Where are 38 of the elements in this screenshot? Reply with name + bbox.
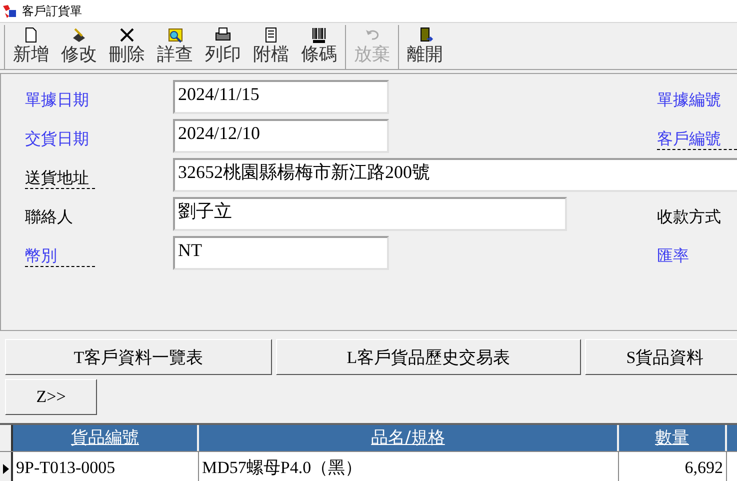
toolbar-button[interactable]: 條碼 bbox=[295, 25, 343, 69]
column-header[interactable]: 品名/規格 bbox=[199, 425, 619, 451]
text-field[interactable]: 劉子立 bbox=[173, 197, 567, 231]
field-label: 單據日期 bbox=[25, 90, 90, 110]
toolbar-button[interactable]: 修改 bbox=[55, 25, 103, 69]
field-label: 交貨日期 bbox=[25, 129, 90, 149]
text-field[interactable]: 2024/12/10 bbox=[173, 119, 389, 153]
delete-icon bbox=[118, 26, 136, 44]
field-label: 送貨地址 bbox=[25, 168, 95, 189]
toolbar-button[interactable]: 詳查 bbox=[151, 25, 199, 69]
column-header[interactable]: 貨品編號 bbox=[13, 425, 199, 451]
column-header[interactable]: 數量 bbox=[619, 425, 727, 451]
column-header[interactable] bbox=[727, 425, 737, 451]
app-icon bbox=[2, 3, 18, 19]
field-label: 匯率 bbox=[657, 246, 690, 266]
action-button[interactable]: L客戶貨品歷史交易表 bbox=[276, 339, 581, 375]
toolbar-button[interactable]: 離開 bbox=[401, 25, 449, 69]
toolbar-button[interactable]: 刪除 bbox=[103, 25, 151, 69]
window-title: 客戶訂貨單 bbox=[22, 2, 82, 20]
field-label: 收款方式 bbox=[657, 207, 722, 227]
action-button[interactable]: S貨品資料 bbox=[585, 339, 737, 375]
table-cell: 9P-T013-0005 bbox=[13, 452, 199, 481]
toolbar-button[interactable]: 列印 bbox=[199, 25, 247, 69]
action-button[interactable]: T客戶資料一覽表 bbox=[5, 339, 272, 375]
search-icon bbox=[166, 26, 184, 44]
toolbar-button[interactable]: 附檔 bbox=[247, 25, 295, 69]
table-cell: 6,692 bbox=[619, 452, 727, 481]
field-label: 客戶編號 bbox=[657, 129, 737, 150]
field-label: 單據編號 bbox=[657, 90, 722, 110]
text-field[interactable]: 32652桃園縣楊梅市新江路200號 bbox=[173, 158, 737, 192]
field-label: 幣別 bbox=[25, 246, 95, 267]
field-label: 聯絡人 bbox=[25, 207, 74, 227]
barcode-icon bbox=[310, 26, 328, 44]
table-cell: MD57螺母P4.0（黑） bbox=[199, 452, 619, 481]
text-field[interactable]: 2024/11/15 bbox=[173, 80, 389, 114]
toolbar-button[interactable]: 新增 bbox=[7, 25, 55, 69]
action-button[interactable]: Z>> bbox=[5, 379, 97, 415]
text-field[interactable]: NT bbox=[173, 236, 389, 270]
